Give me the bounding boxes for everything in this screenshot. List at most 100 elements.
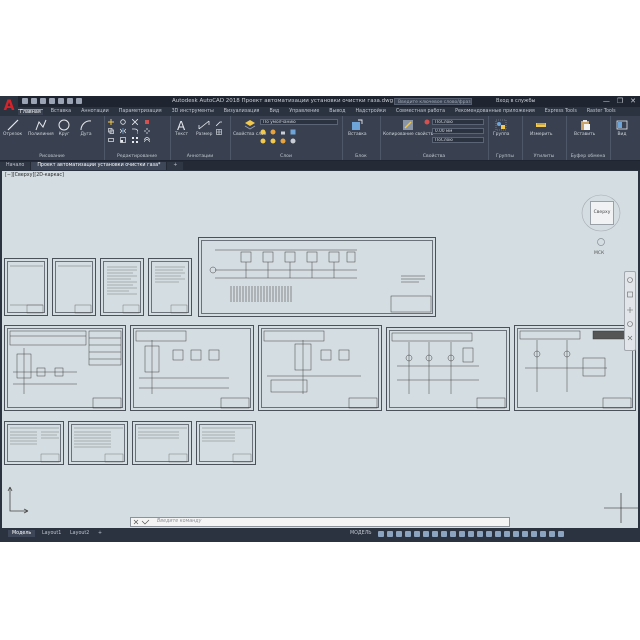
table-icon[interactable]	[216, 129, 222, 135]
drawing-sheet[interactable]	[130, 325, 254, 411]
drawing-sheet[interactable]	[4, 325, 126, 411]
drawing-sheet[interactable]	[386, 327, 510, 411]
drawing-viewport[interactable]: [−][Сверху][2D-каркас] Сверху МСК	[2, 171, 638, 528]
lineweight-icon[interactable]	[441, 531, 447, 537]
stretch-icon[interactable]	[108, 137, 114, 143]
tab-home[interactable]: Главная	[18, 108, 43, 115]
drawing-sheet[interactable]	[148, 258, 192, 316]
viewcube-compass-ring[interactable]	[580, 191, 622, 235]
rotate-icon[interactable]	[120, 119, 126, 125]
dynamic-ucs-icon[interactable]	[477, 531, 483, 537]
color-dropdown[interactable]: ПоСлою	[432, 119, 484, 125]
minimize-button[interactable]: —	[603, 97, 610, 105]
isodraft-icon[interactable]	[414, 531, 420, 537]
sign-in-link[interactable]: Вход в службы	[496, 98, 535, 104]
lineweight-dropdown[interactable]: 0.00 мм	[432, 128, 484, 134]
annotation-scale-icon[interactable]	[486, 531, 492, 537]
trim-icon[interactable]	[132, 119, 138, 125]
view-tool[interactable]: Вид	[616, 119, 628, 137]
layer-dropdown[interactable]: По умолчанию	[260, 119, 338, 125]
layer-previous-icon[interactable]	[290, 138, 296, 144]
saveas-icon[interactable]	[49, 98, 55, 104]
arc-tool[interactable]: Дуга	[80, 119, 92, 137]
explode-icon[interactable]	[144, 128, 150, 134]
copy-icon[interactable]	[108, 128, 114, 134]
tab-start[interactable]: Начало	[0, 162, 31, 170]
quick-properties-icon[interactable]	[522, 531, 528, 537]
tab-manage[interactable]: Управление	[287, 109, 321, 114]
circle-tool[interactable]: Круг	[58, 119, 70, 137]
search-input[interactable]: Введите ключевое слово/фразу	[394, 98, 472, 105]
tab-collaborate[interactable]: Совместная работа	[394, 109, 447, 114]
clean-screen-icon[interactable]	[549, 531, 555, 537]
tab-drawing[interactable]: Проект автоматизации установки очистки г…	[31, 162, 167, 170]
layer-on-icon[interactable]	[260, 129, 266, 135]
tab-model[interactable]: Модель	[8, 530, 36, 537]
snap-icon[interactable]	[387, 531, 393, 537]
add-layout-button[interactable]: +	[94, 530, 106, 537]
layer-isolate-icon[interactable]	[260, 138, 266, 144]
tab-express-tools[interactable]: Express Tools	[543, 109, 579, 114]
redo-icon[interactable]	[76, 98, 82, 104]
model-space-toggle[interactable]: МОДЕЛЬ	[346, 530, 376, 537]
tab-insert[interactable]: Вставка	[49, 109, 73, 114]
open-icon[interactable]	[31, 98, 37, 104]
offset-icon[interactable]	[144, 137, 150, 143]
tab-visualize[interactable]: Визуализация	[222, 109, 262, 114]
layer-freeze-icon[interactable]	[270, 129, 276, 135]
undo-icon[interactable]	[67, 98, 73, 104]
group-tool[interactable]: Группа	[493, 119, 510, 137]
command-input[interactable]: Введите команду	[157, 519, 201, 524]
tab-raster-tools[interactable]: Raster Tools	[585, 109, 618, 114]
leader-icon[interactable]	[216, 120, 222, 126]
layer-unisolate-icon[interactable]	[270, 138, 276, 144]
application-menu-button[interactable]: A	[0, 96, 18, 116]
selection-cycling-icon[interactable]	[459, 531, 465, 537]
linetype-dropdown[interactable]: ПоСлою	[432, 137, 484, 143]
drawing-sheet[interactable]	[258, 325, 382, 411]
workspace-icon[interactable]	[495, 531, 501, 537]
drawing-sheet[interactable]	[4, 258, 48, 316]
annotation-monitor-icon[interactable]	[504, 531, 510, 537]
hardware-acceleration-icon[interactable]	[540, 531, 546, 537]
text-tool[interactable]: A Текст	[175, 119, 188, 137]
polyline-tool[interactable]: Полилиния	[28, 119, 54, 137]
viewport-controls-label[interactable]: [−][Сверху][2D-каркас]	[5, 173, 64, 178]
home-view-icon[interactable]	[596, 237, 606, 247]
tab-featured-apps[interactable]: Рекомендованные приложения	[453, 109, 537, 114]
command-line[interactable]: Введите команду	[130, 517, 510, 527]
3d-osnap-icon[interactable]	[468, 531, 474, 537]
drawing-sheet[interactable]	[4, 421, 64, 465]
tab-annotate[interactable]: Аннотации	[79, 109, 111, 114]
drawing-sheet[interactable]	[100, 258, 144, 316]
save-icon[interactable]	[40, 98, 46, 104]
layer-match-icon[interactable]	[290, 129, 296, 135]
tab-layout1[interactable]: Layout1	[38, 530, 65, 537]
array-icon[interactable]	[132, 137, 138, 143]
customization-icon[interactable]	[558, 531, 564, 537]
tab-parametric[interactable]: Параметризация	[117, 109, 164, 114]
isolate-objects-icon[interactable]	[531, 531, 537, 537]
tab-output[interactable]: Вывод	[327, 109, 347, 114]
ucs-menu[interactable]: МСК	[594, 251, 604, 256]
object-snap-icon[interactable]	[432, 531, 438, 537]
close-button[interactable]: ✕	[630, 97, 636, 105]
maximize-button[interactable]: ❐	[617, 97, 623, 105]
ortho-icon[interactable]	[396, 531, 402, 537]
layer-off-icon[interactable]	[280, 138, 286, 144]
tab-3d-tools[interactable]: 3D инструменты	[170, 109, 216, 114]
object-snap-tracking-icon[interactable]	[423, 531, 429, 537]
plot-icon[interactable]	[58, 98, 64, 104]
line-tool[interactable]: Отрезок	[3, 119, 22, 137]
drawing-sheet-schematic[interactable]	[198, 237, 436, 317]
units-icon[interactable]	[513, 531, 519, 537]
drawing-sheet[interactable]	[132, 421, 192, 465]
dimension-tool[interactable]: Размер	[196, 119, 212, 137]
tab-addins[interactable]: Надстройки	[353, 109, 387, 114]
tab-view[interactable]: Вид	[267, 109, 281, 114]
new-icon[interactable]	[22, 98, 28, 104]
measure-tool[interactable]: Измерить	[530, 119, 552, 137]
drawing-sheet[interactable]	[52, 258, 96, 316]
grid-icon[interactable]	[378, 531, 384, 537]
move-icon[interactable]	[108, 119, 114, 125]
